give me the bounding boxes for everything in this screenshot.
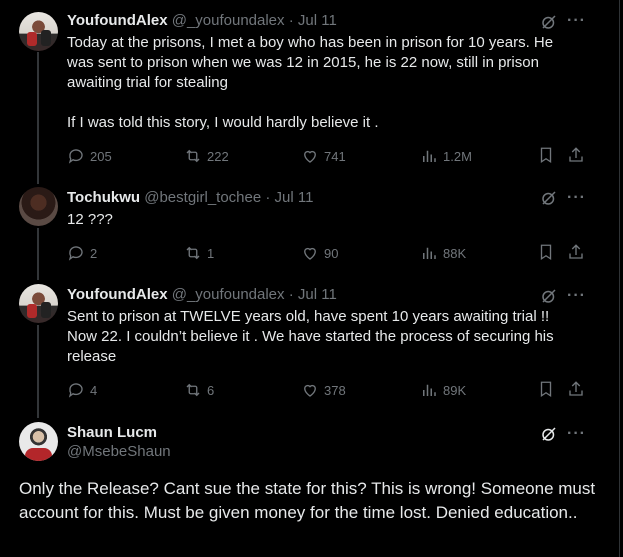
share-icon[interactable] (567, 243, 585, 261)
reply-button[interactable]: 2 (67, 243, 97, 263)
reply-icon (68, 149, 83, 164)
avatar[interactable] (19, 187, 58, 226)
reply-icon (68, 246, 83, 261)
repost-icon (186, 149, 200, 163)
repost-count: 222 (207, 148, 229, 164)
like-button[interactable]: 90 (301, 243, 338, 263)
more-icon[interactable]: ··· (567, 426, 585, 445)
grok-icon[interactable] (540, 13, 558, 31)
tweet-actions: 205 222 741 1.2M (67, 146, 587, 166)
display-name[interactable]: Tochukwu (67, 189, 140, 206)
user-handle[interactable]: @_youfoundalex (172, 286, 285, 303)
like-icon (304, 150, 316, 163)
like-icon (304, 384, 316, 397)
separator-dot: · (288, 286, 294, 303)
bookmark-icon[interactable] (537, 243, 555, 261)
user-handle[interactable]: @bestgirl_tochee (144, 189, 261, 206)
reply-icon (68, 383, 83, 398)
more-icon[interactable]: ··· (567, 190, 585, 209)
display-name[interactable]: YoufoundAlex (67, 286, 168, 303)
reply-count: 2 (90, 245, 98, 261)
like-button[interactable]: 741 (301, 146, 346, 166)
repost-icon (186, 246, 200, 260)
tweet-actions: 4 6 378 89K (67, 380, 587, 400)
more-icon[interactable]: ··· (567, 13, 585, 32)
views-icon (423, 247, 436, 259)
views-button[interactable]: 88K (420, 243, 466, 263)
reply-count: 205 (90, 148, 112, 164)
separator-dot: · (288, 12, 294, 29)
grok-icon[interactable] (540, 425, 558, 443)
user-handle[interactable]: @_youfoundalex (172, 12, 285, 29)
thread-line (37, 228, 39, 280)
tweet-date[interactable]: Jul 11 (298, 286, 337, 303)
views-button[interactable]: 89K (420, 380, 466, 400)
user-handle[interactable]: @MsebeShaun (67, 443, 171, 460)
tweet-text: 12 ??? (67, 211, 113, 228)
repost-button[interactable]: 222 (184, 146, 229, 166)
tweet-date[interactable]: Jul 11 (275, 189, 314, 206)
display-name[interactable]: YoufoundAlex (67, 12, 168, 29)
avatar[interactable] (19, 284, 58, 323)
tweet-date[interactable]: Jul 11 (298, 12, 337, 29)
thread-line (37, 52, 39, 184)
tweet-actions: 2 1 90 88K (67, 243, 587, 263)
tweet-header: Shaun Lucm @MsebeShaun (67, 424, 171, 460)
reply-button[interactable]: 205 (67, 146, 112, 166)
grok-icon[interactable] (540, 189, 558, 207)
views-icon (423, 384, 436, 396)
repost-count: 1 (207, 245, 215, 261)
conversation-thread: YoufoundAlex @_youfoundalex · Jul 11 ···… (0, 0, 620, 557)
views-icon (423, 150, 436, 162)
tweet-header: Tochukwu @bestgirl_tochee · Jul 11 (67, 189, 313, 206)
tweet-header: YoufoundAlex @_youfoundalex · Jul 11 (67, 286, 337, 303)
repost-count: 6 (207, 382, 215, 398)
like-count: 741 (324, 148, 346, 164)
bookmark-icon[interactable] (537, 146, 555, 164)
separator-dot: · (265, 189, 271, 206)
tweet-text: Only the Release? Cant sue the state for… (19, 479, 596, 522)
grok-icon[interactable] (540, 287, 558, 305)
bookmark-icon[interactable] (537, 380, 555, 398)
repost-button[interactable]: 1 (184, 243, 214, 263)
view-count: 89K (443, 382, 467, 398)
view-count: 1.2M (443, 148, 472, 164)
tweet-header: YoufoundAlex @_youfoundalex · Jul 11 (67, 12, 337, 29)
like-count: 378 (324, 382, 346, 398)
more-icon[interactable]: ··· (567, 288, 585, 307)
views-button[interactable]: 1.2M (420, 146, 472, 166)
thread-line (37, 325, 39, 418)
tweet-text: Today at the prisons, I met a boy who ha… (67, 34, 554, 131)
repost-icon (186, 383, 200, 397)
display-name[interactable]: Shaun Lucm (67, 424, 171, 441)
avatar[interactable] (19, 422, 58, 461)
like-button[interactable]: 378 (301, 380, 346, 400)
view-count: 88K (443, 245, 467, 261)
share-icon[interactable] (567, 146, 585, 164)
like-icon (304, 247, 316, 260)
reply-count: 4 (90, 382, 98, 398)
tweet-text: Sent to prison at TWELVE years old, have… (67, 308, 554, 365)
repost-button[interactable]: 6 (184, 380, 214, 400)
reply-button[interactable]: 4 (67, 380, 97, 400)
share-icon[interactable] (567, 380, 585, 398)
avatar[interactable] (19, 12, 58, 51)
like-count: 90 (324, 245, 339, 261)
